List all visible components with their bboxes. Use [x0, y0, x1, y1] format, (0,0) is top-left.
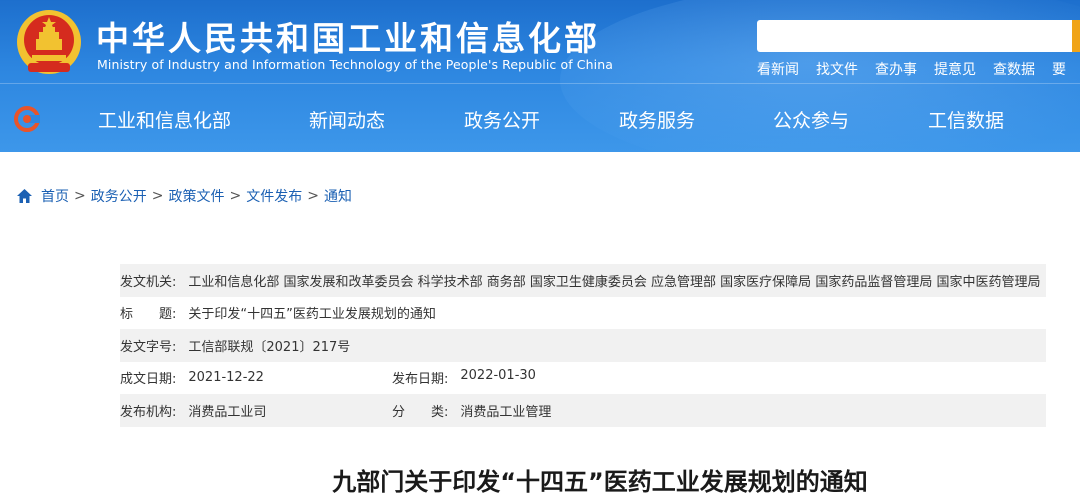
home-icon[interactable] [16, 188, 33, 204]
site-header: 中华人民共和国工业和信息化部 Ministry of Industry and … [0, 0, 1080, 152]
category-label: 分 类: [392, 404, 449, 420]
nav-item-data[interactable]: 工信数据 [928, 106, 1004, 133]
quick-link-news[interactable]: 看新闻 [757, 59, 799, 81]
nav-item-public-participation[interactable]: 公众参与 [773, 106, 849, 133]
info-row-title: 标 题: 关于印发“十四五”医药工业发展规划的通知 [120, 297, 1046, 330]
info-row-org: 发布机构: 消费品工业司 分 类: 消费品工业管理 [120, 394, 1046, 427]
main-nav: 工业和信息化部 新闻动态 政务公开 政务服务 公众参与 工信数据 [0, 94, 1080, 144]
published-date-label: 发布日期: [392, 372, 449, 388]
issuer-value: 工业和信息化部 国家发展和改革委员会 科学技术部 商务部 国家卫生健康委员会 应… [188, 274, 1041, 290]
docno-label: 发文字号: [120, 339, 177, 355]
breadcrumb-separator: > [229, 188, 242, 204]
breadcrumb-separator: > [151, 188, 164, 204]
quick-link-feedback[interactable]: 提意见 [934, 59, 976, 81]
site-subtitle-en: Ministry of Industry and Information Tec… [97, 57, 613, 72]
quick-link-services[interactable]: 查办事 [875, 59, 917, 81]
quick-link-data[interactable]: 查数据 [993, 59, 1035, 81]
breadcrumb-separator: > [74, 188, 86, 204]
info-row-docno: 发文字号: 工信部联规〔2021〕217号 [120, 329, 1046, 362]
nav-item-gov-services[interactable]: 政务服务 [619, 106, 695, 133]
title-value: 关于印发“十四五”医药工业发展规划的通知 [188, 307, 436, 323]
site-title[interactable]: 中华人民共和国工业和信息化部 [96, 12, 600, 60]
created-date-label: 成文日期: [120, 372, 177, 388]
document-title: 九部门关于印发“十四五”医药工业发展规划的通知 [332, 468, 868, 496]
docno-value: 工信部联规〔2021〕217号 [188, 339, 351, 355]
breadcrumb-policy-files[interactable]: 政策文件 [168, 186, 224, 206]
quick-links: 看新闻 找文件 查办事 提意见 查数据 要 [757, 59, 1080, 81]
published-date-value: 2022-01-30 [460, 368, 536, 384]
nav-item-news[interactable]: 新闻动态 [309, 106, 385, 133]
search-button[interactable] [1072, 20, 1080, 52]
nav-item-ministry[interactable]: 工业和信息化部 [98, 106, 231, 133]
miit-logo-icon[interactable] [14, 106, 40, 132]
info-row-issuer: 发文机关: 工业和信息化部 国家发展和改革委员会 科学技术部 商务部 国家卫生健… [120, 264, 1046, 297]
nav-item-open-gov[interactable]: 政务公开 [464, 106, 540, 133]
document-info-table: 发文机关: 工业和信息化部 国家发展和改革委员会 科学技术部 商务部 国家卫生健… [120, 264, 1046, 427]
org-label: 发布机构: [120, 404, 177, 420]
quick-link-files[interactable]: 找文件 [816, 59, 858, 81]
issuer-label: 发文机关: [120, 274, 177, 290]
search-input[interactable] [757, 20, 1080, 52]
created-date-value: 2021-12-22 [188, 370, 264, 386]
breadcrumb-home[interactable]: 首页 [41, 186, 69, 206]
title-label: 标 题: [120, 307, 177, 323]
info-row-dates: 成文日期: 2021-12-22 发布日期: 2022-01-30 [120, 362, 1046, 395]
category-value: 消费品工业管理 [460, 404, 552, 420]
org-value: 消费品工业司 [188, 404, 267, 420]
breadcrumb-file-release[interactable]: 文件发布 [246, 186, 302, 206]
breadcrumb-notice[interactable]: 通知 [324, 186, 352, 206]
breadcrumb-open-gov[interactable]: 政务公开 [91, 186, 147, 206]
breadcrumb: 首页 > 政务公开 > 政策文件 > 文件发布 > 通知 [16, 185, 352, 207]
quick-link-more[interactable]: 要 [1052, 59, 1066, 81]
breadcrumb-separator: > [307, 188, 319, 204]
national-emblem-icon[interactable] [14, 8, 84, 78]
